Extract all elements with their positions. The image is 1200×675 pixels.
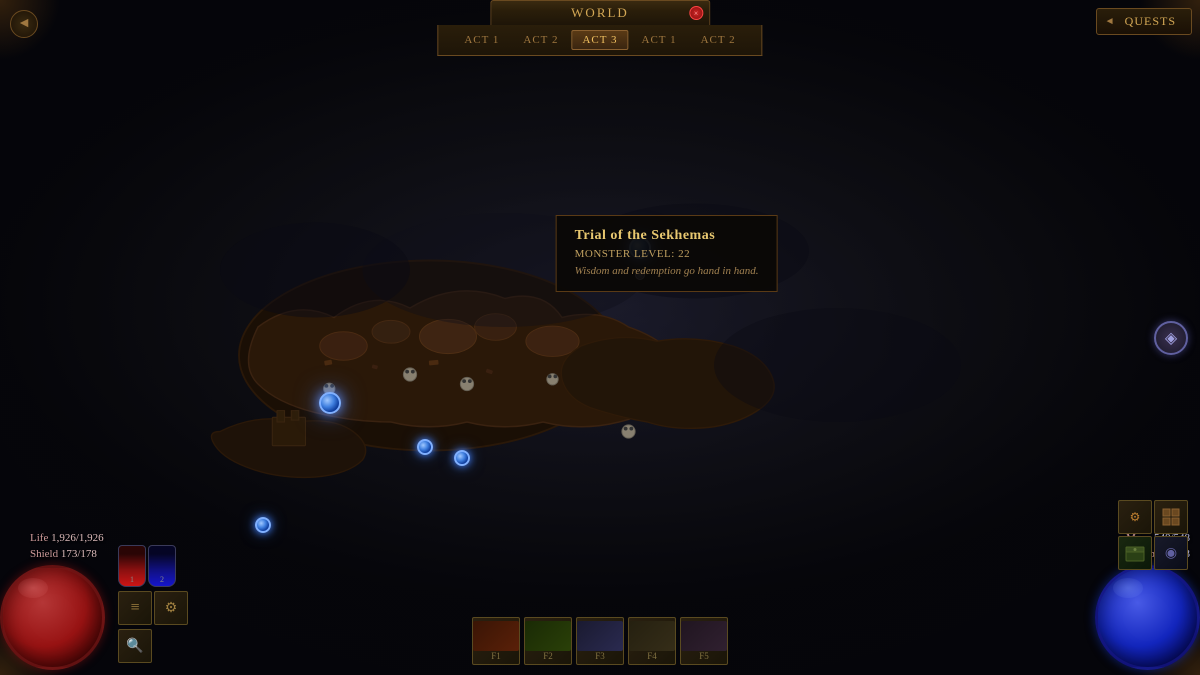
inv-row-1: ⚙: [1118, 500, 1188, 534]
left-extra-buttons: 1 2 ≡ ⚙ 🔍: [118, 545, 188, 663]
character-button[interactable]: ≡: [118, 591, 152, 625]
terrain-container: [60, 80, 1140, 555]
flask-number-1: 1: [130, 575, 134, 584]
fkey-slots: F1 F2 F3 F4 F5: [472, 617, 728, 665]
map-node-center-left[interactable]: [319, 392, 341, 414]
search-button-row: 🔍: [118, 629, 188, 663]
location-tooltip: Trial of the Sekhemas Monster Level: 22 …: [556, 215, 778, 292]
minimap-button[interactable]: ◈: [1154, 321, 1188, 355]
act-tab-act1-first[interactable]: ACT 1: [453, 30, 510, 50]
left-hud: Life 1,926/1,926 Shield 173/178 1 2 ≡ ⚙: [0, 555, 115, 675]
fkey-skill-f4: [629, 621, 675, 651]
stash-button[interactable]: [1118, 536, 1152, 570]
fkey-label-f5: F5: [699, 651, 709, 661]
fkey-slot-f1[interactable]: F1: [472, 617, 520, 665]
right-hud: ⚙: [1085, 555, 1200, 675]
inventory-button[interactable]: ⚙: [1118, 500, 1152, 534]
mana-orb: [1095, 565, 1200, 670]
world-title-bar: World ×: [490, 0, 710, 25]
fkey-slot-f2[interactable]: F2: [524, 617, 572, 665]
search-button[interactable]: 🔍: [118, 629, 152, 663]
mana-orb-container: Mana 548/548 Spirit 3/93: [1085, 555, 1200, 670]
fkey-slot-f4[interactable]: F4: [628, 617, 676, 665]
fkey-label-f3: F3: [595, 651, 605, 661]
map-button-hud[interactable]: ◉: [1154, 536, 1188, 570]
location-monster-level: Monster Level: 22: [575, 248, 759, 260]
fkey-label-f1: F1: [491, 651, 501, 661]
fkey-skill-f3: [577, 621, 623, 651]
act-tab-act2-first[interactable]: ACT 2: [512, 30, 569, 50]
life-orb: [0, 565, 105, 670]
top-panel: World × ACT 1ACT 2ACT 3ACT 1ACT 2: [437, 0, 762, 56]
inv-row-2: ◉: [1118, 536, 1188, 570]
map-node-center-right[interactable]: [454, 450, 470, 466]
quests-button[interactable]: Quests: [1096, 8, 1192, 35]
act-tabs: ACT 1ACT 2ACT 3ACT 1ACT 2: [437, 25, 762, 56]
fkey-label-f4: F4: [647, 651, 657, 661]
act-tab-act2-second[interactable]: ACT 2: [690, 30, 747, 50]
skills-icon: [1162, 508, 1180, 526]
stash-icon: [1125, 543, 1145, 563]
fkey-slot-f5[interactable]: F5: [680, 617, 728, 665]
flask-row: 1 2: [118, 545, 188, 587]
fkey-skill-f2: [525, 621, 571, 651]
flask-number-2: 2: [160, 575, 164, 584]
act-tab-act3[interactable]: ACT 3: [571, 30, 628, 50]
action-buttons-row: ≡ ⚙: [118, 591, 188, 625]
life-orb-container: Life 1,926/1,926 Shield 173/178: [0, 555, 115, 670]
flask-slot-1[interactable]: 1: [118, 545, 146, 587]
center-skill-area: F1 F2 F3 F4 F5: [472, 617, 728, 665]
flask-slot-2[interactable]: 2: [148, 545, 176, 587]
terrain-svg: [60, 80, 1140, 555]
back-nav-button[interactable]: ◄: [10, 10, 38, 38]
back-icon: ◄: [17, 16, 31, 32]
world-title: World: [571, 5, 629, 21]
map-hud-icon: ◉: [1165, 545, 1177, 562]
close-button[interactable]: ×: [689, 6, 703, 20]
bottom-hud: Life 1,926/1,926 Shield 173/178 1 2 ≡ ⚙: [0, 575, 1200, 675]
game-area: ◄ World × ACT 1ACT 2ACT 3ACT 1ACT 2 Ques…: [0, 0, 1200, 675]
act-tab-act1-second[interactable]: ACT 1: [631, 30, 688, 50]
skills-button[interactable]: [1154, 500, 1188, 534]
map-node-bottom-left[interactable]: [255, 517, 271, 533]
life-stats: Life 1,926/1,926 Shield 173/178: [30, 531, 104, 562]
location-description: Wisdom and redemption go hand in hand.: [575, 264, 759, 279]
fkey-label-f2: F2: [543, 651, 553, 661]
passive-button[interactable]: ⚙: [154, 591, 188, 625]
quests-label: Quests: [1125, 14, 1176, 29]
fkey-slot-f3[interactable]: F3: [576, 617, 624, 665]
location-name: Trial of the Sekhemas: [575, 228, 759, 244]
map-node-center[interactable]: [417, 439, 433, 455]
fkey-skill-f5: [681, 621, 727, 651]
map-icon: ◈: [1165, 328, 1177, 348]
fkey-skill-f1: [473, 621, 519, 651]
right-panel-buttons: ⚙: [1118, 500, 1188, 570]
